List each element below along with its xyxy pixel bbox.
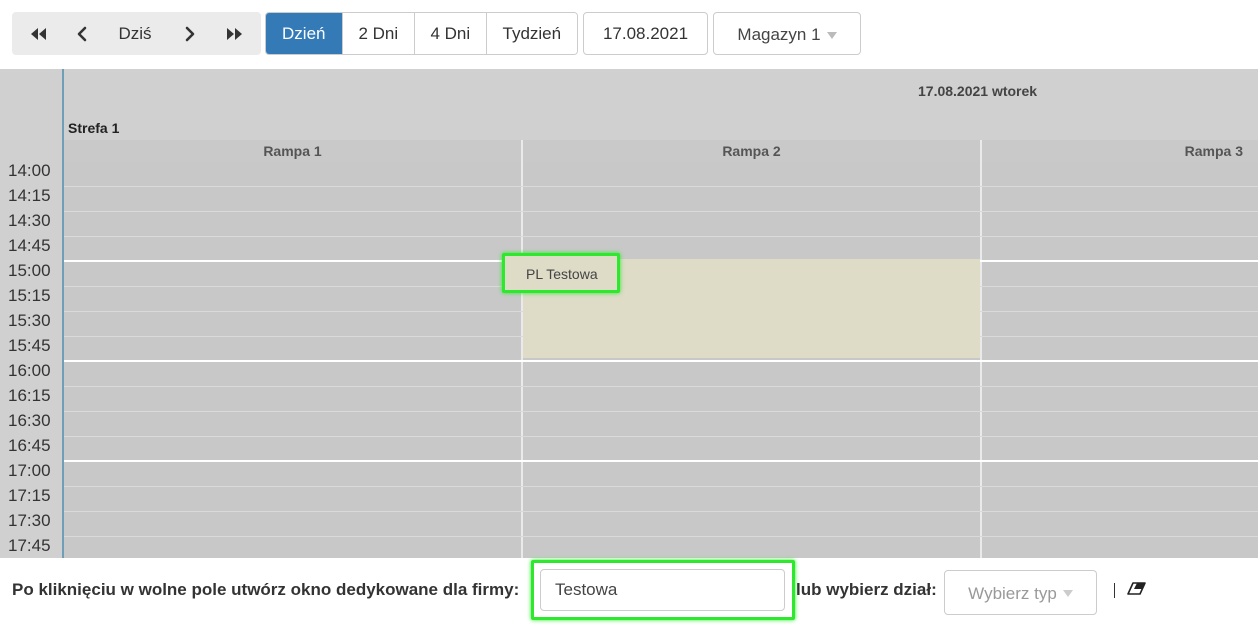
time-label: 17:15 bbox=[8, 486, 51, 505]
time-row-line bbox=[64, 411, 1258, 412]
time-row-line bbox=[64, 436, 1258, 437]
time-row-line bbox=[64, 360, 1258, 362]
column-divider bbox=[980, 140, 982, 558]
day-header: 17.08.2021 wtorek bbox=[918, 83, 1038, 99]
time-row-line bbox=[64, 460, 1258, 462]
view-switcher: Dzień 2 Dni 4 Dni Tydzień bbox=[265, 12, 578, 55]
time-row-line bbox=[64, 236, 1258, 237]
double-chevron-left-icon bbox=[31, 27, 46, 40]
chevron-left-icon bbox=[77, 26, 87, 41]
warehouse-select[interactable]: Magazyn 1 bbox=[713, 12, 861, 55]
type-select-placeholder: Wybierz typ bbox=[968, 583, 1057, 603]
warehouse-select-value: Magazyn 1 bbox=[737, 25, 821, 44]
time-label: 15:00 bbox=[8, 261, 51, 280]
time-row-line bbox=[64, 211, 1258, 212]
ramp-header-3-label: Rampa 3 bbox=[1184, 143, 1243, 159]
first-button[interactable] bbox=[22, 12, 54, 55]
time-label: 14:45 bbox=[8, 236, 51, 255]
time-grid[interactable] bbox=[64, 140, 1258, 558]
time-row-line bbox=[64, 536, 1258, 537]
time-label: 14:15 bbox=[8, 186, 51, 205]
time-label: 15:30 bbox=[8, 311, 51, 330]
time-label: 17:30 bbox=[8, 511, 51, 530]
caret-down-icon bbox=[826, 31, 837, 39]
ramp-header-2: Rampa 2 bbox=[523, 140, 980, 162]
date-navigation-group: Dziś bbox=[12, 12, 261, 55]
chevron-right-icon bbox=[185, 26, 195, 41]
next-button[interactable] bbox=[176, 12, 204, 55]
time-row-line bbox=[64, 186, 1258, 187]
ramp-header-3: Rampa 3 bbox=[982, 140, 1258, 162]
time-label: 17:00 bbox=[8, 461, 51, 480]
time-label: 16:30 bbox=[8, 411, 51, 430]
view-day-button[interactable]: Dzień bbox=[266, 13, 342, 54]
prev-button[interactable] bbox=[68, 12, 96, 55]
event-label[interactable]: PL Testowa bbox=[502, 253, 620, 293]
event-title: PL Testowa bbox=[526, 266, 598, 282]
type-select[interactable]: Wybierz typ bbox=[944, 570, 1097, 615]
caret-down-icon bbox=[1062, 590, 1073, 597]
time-label: 16:15 bbox=[8, 386, 51, 405]
view-2-days-button[interactable]: 2 Dni bbox=[341, 13, 415, 54]
double-chevron-right-icon bbox=[227, 27, 242, 40]
ramp-header-1: Rampa 1 bbox=[64, 140, 521, 162]
time-label: 17:45 bbox=[8, 536, 51, 555]
time-label: 15:45 bbox=[8, 336, 51, 355]
time-label: 16:00 bbox=[8, 361, 51, 380]
eraser-icon[interactable] bbox=[1127, 582, 1147, 596]
view-week-button[interactable]: Tydzień bbox=[485, 13, 577, 54]
view-4-days-button[interactable]: 4 Dni bbox=[414, 13, 486, 54]
today-button[interactable]: Dziś bbox=[110, 12, 160, 55]
time-row-line bbox=[64, 386, 1258, 387]
time-label: 14:00 bbox=[8, 161, 51, 180]
company-field-highlight bbox=[531, 560, 795, 620]
department-prompt-label: lub wybierz dział: bbox=[796, 580, 937, 599]
date-picker[interactable]: 17.08.2021 bbox=[583, 12, 708, 55]
company-prompt-label: Po kliknięciu w wolne pole utwórz okno d… bbox=[12, 580, 520, 599]
last-button[interactable] bbox=[219, 12, 251, 55]
time-row-line bbox=[64, 511, 1258, 512]
time-label: 14:30 bbox=[8, 211, 51, 230]
time-label: 16:45 bbox=[8, 436, 51, 455]
time-row-line bbox=[64, 486, 1258, 487]
zone-label: Strefa 1 bbox=[68, 120, 120, 136]
company-input[interactable] bbox=[540, 569, 785, 611]
time-label: 15:15 bbox=[8, 286, 51, 305]
separator bbox=[1114, 583, 1115, 598]
